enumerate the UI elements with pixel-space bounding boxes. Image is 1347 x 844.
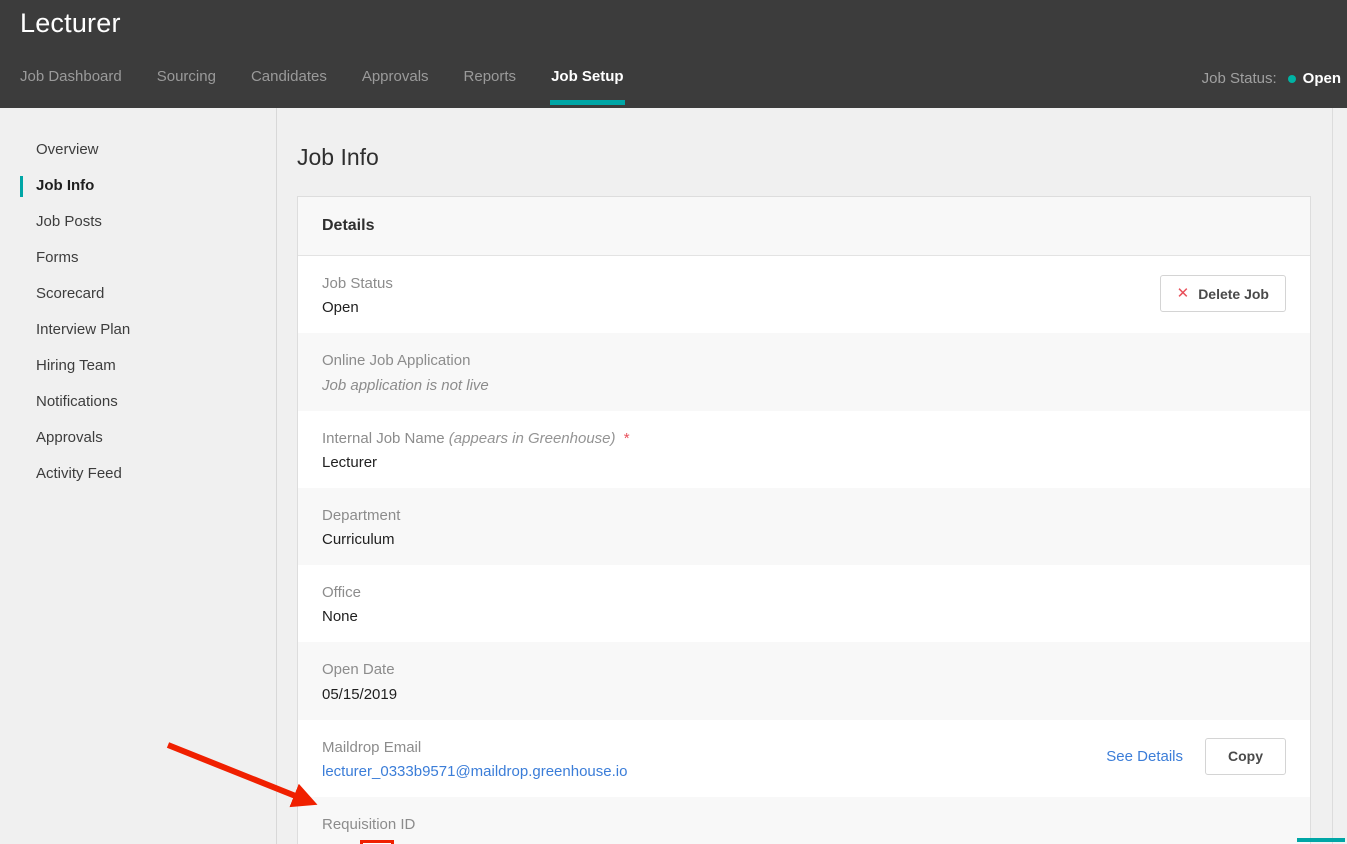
- sidebar-item-job-posts[interactable]: Job Posts: [0, 204, 276, 240]
- see-details-link[interactable]: See Details: [1106, 748, 1183, 765]
- sidebar-item-approvals[interactable]: Approvals: [0, 420, 276, 456]
- main-content: Job Info Details Job Status Open ✕ Delet…: [278, 108, 1347, 844]
- field-row-open-date: Open Date 05/15/2019: [298, 642, 1310, 720]
- close-icon: ✕: [1176, 285, 1190, 302]
- job-status-indicator: Job Status: Open: [1202, 70, 1341, 87]
- field-row-department: Department Curriculum: [298, 487, 1310, 565]
- page-title: Lecturer: [20, 8, 121, 38]
- field-value-open-date: 05/15/2019: [322, 685, 398, 703]
- app-root: Lecturer Job Dashboard Sourcing Candidat…: [0, 0, 1347, 844]
- sidebar-item-activity-feed[interactable]: Activity Feed: [0, 456, 276, 492]
- sidebar-item-forms[interactable]: Forms: [0, 240, 276, 276]
- vertical-scrollbar-track[interactable]: [1332, 108, 1347, 844]
- tab-reports[interactable]: Reports: [464, 62, 517, 105]
- delete-job-button[interactable]: ✕ Delete Job: [1159, 275, 1286, 312]
- maildrop-actions: See Details Copy: [1106, 737, 1286, 775]
- tab-sourcing[interactable]: Sourcing: [157, 62, 216, 105]
- field-row-internal-job-name: Internal Job Name (appears in Greenhouse…: [298, 410, 1310, 488]
- tab-candidates[interactable]: Candidates: [251, 62, 327, 105]
- sidebar-item-scorecard[interactable]: Scorecard: [0, 276, 276, 312]
- field-row-maildrop-email: Maildrop Email lecturer_0333b9571@maildr…: [298, 719, 1310, 797]
- edit-requisition-id-button[interactable]: [359, 840, 394, 844]
- field-value-internal-job-name: Lecturer: [322, 453, 378, 471]
- sidebar-item-notifications[interactable]: Notifications: [0, 384, 276, 420]
- requisition-id-value-wrap: None: [322, 840, 1286, 844]
- details-card-header: Details: [298, 197, 1310, 256]
- delete-job-button-label: Delete Job: [1198, 285, 1269, 302]
- field-label-job-status: Job Status: [322, 275, 393, 292]
- field-label-office: Office: [322, 584, 361, 601]
- field-value-office: None: [322, 608, 358, 626]
- tab-approvals[interactable]: Approvals: [362, 62, 429, 105]
- field-label-internal-job-name-text: Internal Job Name: [322, 429, 445, 447]
- horizontal-scrollbar-thumb[interactable]: [1297, 838, 1345, 842]
- field-label-online-job-application: Online Job Application: [322, 352, 471, 370]
- copy-button[interactable]: Copy: [1205, 737, 1286, 775]
- field-label-requisition-id: Requisition ID: [322, 815, 416, 833]
- primary-nav-tabs: Job Dashboard Sourcing Candidates Approv…: [20, 62, 625, 108]
- sidebar-item-job-info[interactable]: Job Info: [0, 168, 276, 204]
- job-status-value: Open: [1302, 70, 1341, 87]
- sidebar-item-interview-plan[interactable]: Interview Plan: [0, 312, 276, 348]
- field-row-online-job-application: Online Job Application Job application i…: [298, 333, 1310, 411]
- sidebar-item-overview[interactable]: Overview: [0, 132, 276, 168]
- field-row-job-status: Job Status Open ✕ Delete Job: [298, 256, 1310, 334]
- field-row-office: Office None: [298, 565, 1310, 643]
- details-card-title: Details: [322, 217, 375, 234]
- job-status-label: Job Status:: [1201, 70, 1277, 87]
- field-label-internal-job-name: Internal Job Name (appears in Greenhouse…: [322, 430, 1286, 447]
- tab-job-setup[interactable]: Job Setup: [550, 62, 625, 105]
- content-heading: Job Info: [297, 144, 379, 170]
- top-header-bar: Lecturer Job Dashboard Sourcing Candidat…: [0, 0, 1347, 108]
- field-label-department: Department: [322, 506, 401, 524]
- sidebar-item-hiring-team[interactable]: Hiring Team: [0, 348, 276, 384]
- required-marker-icon: *: [623, 429, 630, 447]
- field-value-online-job-application: Job application is not live: [322, 376, 489, 394]
- status-dot-icon: [1287, 74, 1296, 83]
- field-value-department: Curriculum: [322, 531, 395, 548]
- tab-job-dashboard[interactable]: Job Dashboard: [20, 62, 122, 105]
- field-label-internal-job-name-hint: (appears in Greenhouse): [448, 429, 616, 447]
- details-card: Details Job Status Open ✕ Delete Job Onl…: [297, 196, 1311, 844]
- field-label-open-date: Open Date: [322, 661, 395, 679]
- sidebar-nav: Overview Job Info Job Posts Forms Scorec…: [0, 108, 277, 844]
- field-value-job-status: Open: [322, 299, 359, 317]
- field-row-requisition-id: Requisition ID None: [298, 796, 1310, 844]
